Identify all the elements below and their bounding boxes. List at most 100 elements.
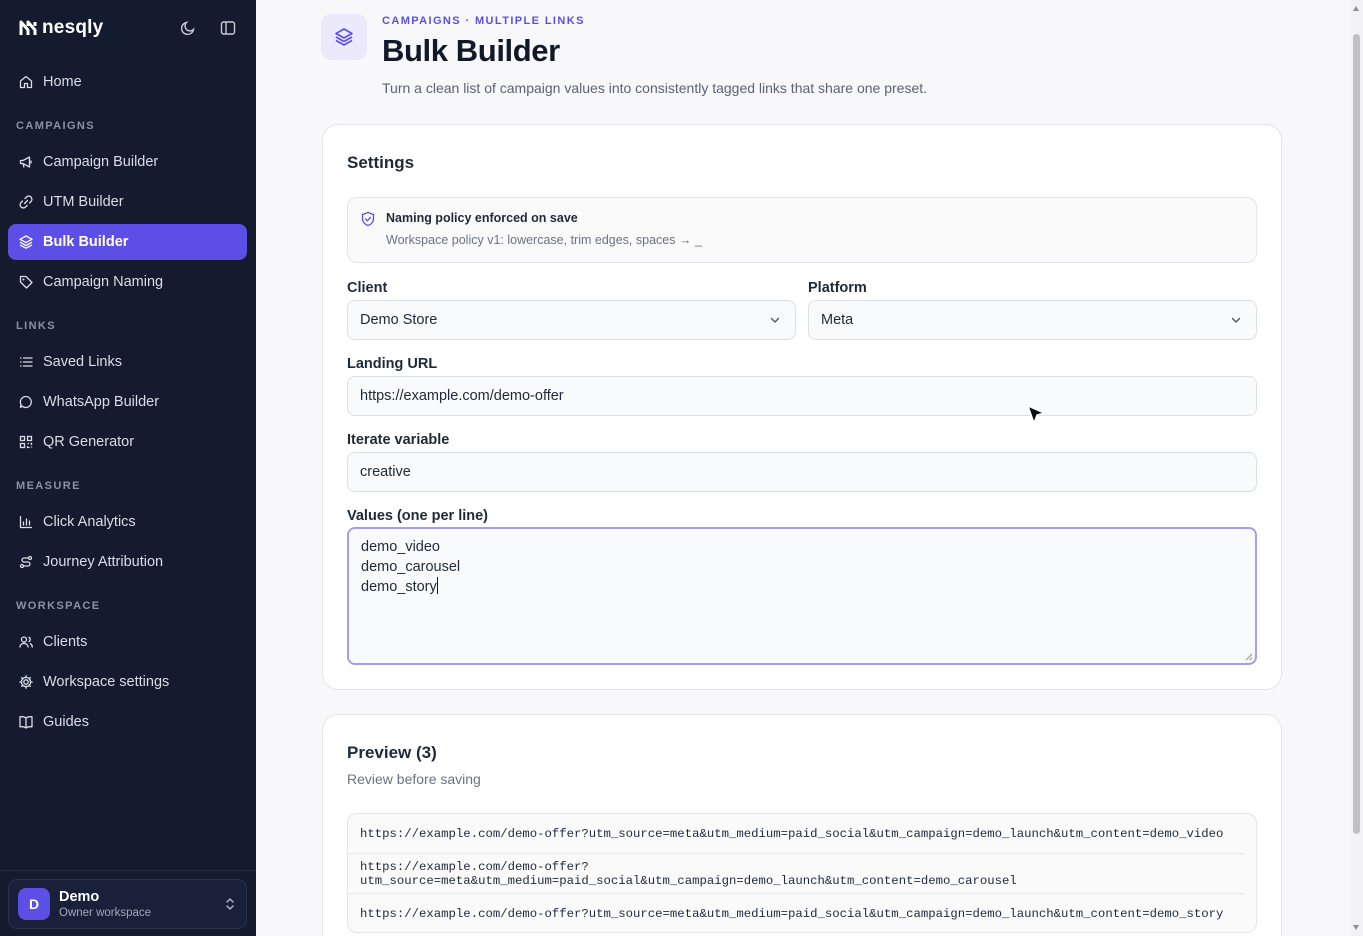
link-icon — [19, 195, 33, 209]
preview-link-row[interactable]: https://example.com/demo-offer?utm_sourc… — [348, 814, 1244, 854]
sidebar-item-label: Workspace settings — [43, 674, 170, 690]
user-workspace-role: Owner workspace — [59, 907, 152, 919]
chevron-down-icon — [770, 317, 780, 323]
nav-section-workspace: WORKSPACE — [16, 600, 101, 612]
main-content: CAMPAIGNS · MULTIPLE LINKS Bulk Builder … — [256, 0, 1350, 936]
values-line: demo_story — [361, 579, 437, 595]
brand-logo[interactable]: nesqly — [18, 16, 103, 40]
sidebar-item-workspace-settings[interactable]: Workspace settings — [8, 664, 247, 700]
logo-icon — [19, 20, 37, 35]
sidebar-item-clients[interactable]: Clients — [8, 624, 247, 660]
sidebar-item-journey-attribution[interactable]: Journey Attribution — [8, 544, 247, 580]
page-description: Turn a clean list of campaign values int… — [382, 80, 928, 96]
iterate-variable-input[interactable]: creative — [347, 452, 1257, 492]
sidebar-item-campaign-builder[interactable]: Campaign Builder — [8, 144, 247, 180]
users-icon — [19, 636, 33, 648]
qr-icon — [19, 435, 33, 449]
sidebar-item-campaign-naming[interactable]: Campaign Naming — [8, 264, 247, 300]
naming-policy-notice: Naming policy enforced on save Workspace… — [347, 197, 1257, 263]
sidebar-divider — [0, 870, 256, 871]
brand-name: nesqly — [42, 17, 104, 38]
sidebar-item-label: Saved Links — [43, 354, 122, 370]
sidebar-item-bulk-builder[interactable]: Bulk Builder — [8, 224, 247, 260]
settings-title: Settings — [347, 153, 415, 172]
nav-section-campaigns: CAMPAIGNS — [16, 120, 96, 132]
values-line: demo_carousel — [361, 559, 461, 575]
book-icon — [19, 716, 33, 729]
iterate-variable-label: Iterate variable — [347, 432, 450, 448]
sidebar-item-home[interactable]: Home — [8, 64, 247, 100]
sidebar-nav: Home CAMPAIGNS Campaign Builder UTM Builder… — [8, 64, 247, 744]
preview-title: Preview (3) — [347, 743, 437, 762]
policy-title: Naming policy enforced on save — [386, 211, 578, 225]
sidebar-item-label: Campaign Naming — [43, 274, 164, 290]
preview-subtitle: Review before saving — [347, 771, 481, 787]
sidebar-item-label: UTM Builder — [43, 194, 124, 210]
sidebar-item-click-analytics[interactable]: Click Analytics — [8, 504, 247, 540]
chat-icon — [19, 395, 32, 409]
sidebar-item-label: Click Analytics — [43, 514, 136, 530]
home-icon — [19, 75, 33, 89]
nav-section-links: LINKS — [16, 320, 56, 332]
values-label: Values (one per line) — [347, 508, 489, 524]
sidebar-item-label: Journey Attribution — [43, 554, 164, 570]
gear-icon — [19, 675, 33, 689]
landing-url-value: https://example.com/demo-offer — [360, 388, 564, 404]
platform-label: Platform — [808, 280, 867, 296]
route-icon — [19, 555, 33, 569]
nav-section-measure: MEASURE — [16, 480, 81, 492]
sidebar-item-whatsapp-builder[interactable]: WhatsApp Builder — [8, 384, 247, 420]
chevron-up-down-icon — [226, 898, 234, 910]
avatar: D — [18, 888, 50, 920]
platform-select-value: Meta — [821, 312, 854, 328]
tag-icon — [19, 275, 33, 289]
sidebar-item-utm-builder[interactable]: UTM Builder — [8, 184, 247, 220]
scroll-up-arrow-icon[interactable] — [1353, 6, 1359, 11]
sidebar-item-saved-links[interactable]: Saved Links — [8, 344, 247, 380]
list-icon — [20, 357, 33, 367]
preview-link-list: https://example.com/demo-offer?utm_sourc… — [347, 813, 1257, 933]
preview-link-row[interactable]: https://example.com/demo-offer?utm_sourc… — [348, 854, 1244, 894]
dark-mode-toggle-icon[interactable] — [178, 18, 198, 38]
scroll-down-arrow-icon[interactable] — [1353, 925, 1359, 930]
sidebar-item-qr-generator[interactable]: QR Generator — [8, 424, 247, 460]
preview-card: Preview (3) Review before saving https:/… — [322, 714, 1282, 936]
values-line: demo_video — [361, 539, 440, 555]
text-caret — [436, 577, 438, 594]
mouse-cursor-icon — [1027, 405, 1045, 424]
page-scrollbar[interactable] — [1350, 0, 1363, 936]
values-line-with-caret: demo_story — [361, 577, 1243, 597]
page-title: Bulk Builder — [382, 33, 560, 68]
user-name: Demo — [59, 889, 100, 905]
shield-check-icon — [361, 211, 375, 227]
bar-chart-icon — [19, 515, 33, 529]
values-textarea[interactable]: demo_video demo_carousel demo_story — [347, 527, 1257, 665]
landing-url-input[interactable]: https://example.com/demo-offer — [347, 376, 1257, 416]
sidebar: nesqly Home CAMPAIGNS Campaign Builder UTM … — [0, 0, 256, 936]
sidebar-item-label: QR Generator — [43, 434, 135, 450]
layers-icon — [335, 28, 353, 46]
policy-detail: Workspace policy v1: lowercase, trim edg… — [386, 233, 702, 247]
chevron-down-icon — [1231, 317, 1241, 323]
breadcrumb: CAMPAIGNS · MULTIPLE LINKS — [382, 15, 585, 27]
sidebar-item-label: Bulk Builder — [43, 234, 129, 250]
resize-grip-icon[interactable] — [1245, 653, 1253, 661]
megaphone-icon — [19, 156, 32, 168]
workspace-switcher[interactable]: D Demo Owner workspace — [8, 879, 247, 929]
collapse-sidebar-icon[interactable] — [218, 18, 238, 38]
client-label: Client — [347, 280, 388, 296]
client-select[interactable]: Demo Store — [347, 300, 796, 340]
sidebar-item-label: WhatsApp Builder — [43, 394, 160, 410]
scroll-thumb[interactable] — [1353, 34, 1360, 834]
preview-link-row[interactable]: https://example.com/demo-offer?utm_sourc… — [348, 894, 1244, 934]
sidebar-item-label: Home — [43, 74, 82, 90]
settings-card: Settings Naming policy enforced on save … — [322, 124, 1282, 690]
sidebar-item-label: Guides — [43, 714, 89, 730]
platform-select[interactable]: Meta — [808, 300, 1257, 340]
iterate-variable-value: creative — [360, 464, 411, 480]
page-icon — [321, 14, 367, 60]
layers-icon — [19, 235, 33, 249]
sidebar-item-label: Campaign Builder — [43, 154, 159, 170]
landing-url-label: Landing URL — [347, 356, 438, 372]
sidebar-item-guides[interactable]: Guides — [8, 704, 247, 740]
